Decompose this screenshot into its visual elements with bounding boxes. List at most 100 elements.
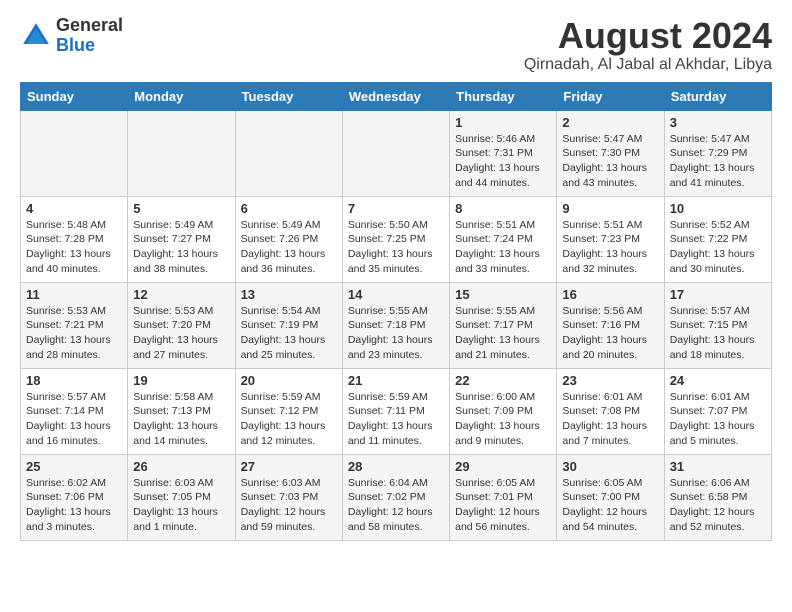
week-row-4: 18Sunrise: 5:57 AM Sunset: 7:14 PM Dayli…	[21, 368, 772, 454]
day-number: 5	[133, 201, 229, 216]
day-info: Sunrise: 5:47 AM Sunset: 7:30 PM Dayligh…	[562, 132, 658, 191]
week-row-3: 11 Sunrise: 5:53 AM Sunset: 7:21 PM Dayli…	[21, 282, 772, 368]
day-cell: 9 Sunrise: 5:51 AM Sunset: 7:23 PM Daylig…	[557, 196, 664, 282]
day-number: 7	[348, 201, 444, 216]
logo: General Blue	[20, 16, 123, 56]
day-cell: 15 Sunrise: 5:55 AM Sunset: 7:17 PM Dayli…	[450, 282, 557, 368]
day-cell: 13 Sunrise: 5:54 AM Sunset: 7:19 PM Dayli…	[235, 282, 342, 368]
day-info: Sunrise: 5:53 AM Sunset: 7:21 PM Dayligh…	[26, 304, 122, 363]
day-cell: 10Sunrise: 5:52 AM Sunset: 7:22 PM Dayli…	[664, 196, 771, 282]
day-number: 13	[241, 287, 337, 302]
day-info: Sunrise: 6:02 AM Sunset: 7:06 PM Dayligh…	[26, 476, 122, 535]
day-cell: 8Sunrise: 5:51 AM Sunset: 7:24 PM Daylig…	[450, 196, 557, 282]
day-number: 26	[133, 459, 229, 474]
header-cell-saturday: Saturday	[664, 82, 771, 110]
day-number: 23	[562, 373, 658, 388]
day-number: 31	[670, 459, 766, 474]
header-cell-tuesday: Tuesday	[235, 82, 342, 110]
day-cell: 6Sunrise: 5:49 AM Sunset: 7:26 PM Daylig…	[235, 196, 342, 282]
header-row: SundayMondayTuesdayWednesdayThursdayFrid…	[21, 82, 772, 110]
day-cell: 22 Sunrise: 6:00 AM Sunset: 7:09 PM Dayli…	[450, 368, 557, 454]
day-cell: 20Sunrise: 5:59 AM Sunset: 7:12 PM Dayli…	[235, 368, 342, 454]
page-header: General Blue August 2024 Qirnadah, Al Ja…	[20, 16, 772, 74]
day-info: Sunrise: 6:05 AM Sunset: 7:01 PM Dayligh…	[455, 476, 551, 535]
calendar-header: SundayMondayTuesdayWednesdayThursdayFrid…	[21, 82, 772, 110]
day-info: Sunrise: 6:03 AM Sunset: 7:03 PM Dayligh…	[241, 476, 337, 535]
day-cell	[21, 110, 128, 196]
day-cell: 14 Sunrise: 5:55 AM Sunset: 7:18 PM Dayli…	[342, 282, 449, 368]
day-cell: 18Sunrise: 5:57 AM Sunset: 7:14 PM Dayli…	[21, 368, 128, 454]
day-number: 2	[562, 115, 658, 130]
day-number: 11	[26, 287, 122, 302]
day-info: Sunrise: 5:47 AM Sunset: 7:29 PM Dayligh…	[670, 132, 766, 191]
day-number: 12	[133, 287, 229, 302]
header-cell-thursday: Thursday	[450, 82, 557, 110]
day-number: 3	[670, 115, 766, 130]
day-number: 28	[348, 459, 444, 474]
header-cell-wednesday: Wednesday	[342, 82, 449, 110]
day-cell: 29 Sunrise: 6:05 AM Sunset: 7:01 PM Dayli…	[450, 454, 557, 540]
day-cell: 4Sunrise: 5:48 AM Sunset: 7:28 PM Daylig…	[21, 196, 128, 282]
day-cell: 1Sunrise: 5:46 AM Sunset: 7:31 PM Daylig…	[450, 110, 557, 196]
header-cell-monday: Monday	[128, 82, 235, 110]
day-cell: 3 Sunrise: 5:47 AM Sunset: 7:29 PM Daylig…	[664, 110, 771, 196]
logo-icon	[20, 20, 52, 52]
day-cell: 12Sunrise: 5:53 AM Sunset: 7:20 PM Dayli…	[128, 282, 235, 368]
day-number: 27	[241, 459, 337, 474]
day-cell: 17 Sunrise: 5:57 AM Sunset: 7:15 PM Dayli…	[664, 282, 771, 368]
day-number: 19	[133, 373, 229, 388]
header-cell-sunday: Sunday	[21, 82, 128, 110]
calendar-table: SundayMondayTuesdayWednesdayThursdayFrid…	[20, 82, 772, 541]
day-info: Sunrise: 5:57 AM Sunset: 7:15 PM Dayligh…	[670, 304, 766, 363]
day-number: 25	[26, 459, 122, 474]
day-info: Sunrise: 5:54 AM Sunset: 7:19 PM Dayligh…	[241, 304, 337, 363]
day-number: 22	[455, 373, 551, 388]
week-row-2: 4Sunrise: 5:48 AM Sunset: 7:28 PM Daylig…	[21, 196, 772, 282]
day-info: Sunrise: 5:59 AM Sunset: 7:11 PM Dayligh…	[348, 390, 444, 449]
day-cell: 16Sunrise: 5:56 AM Sunset: 7:16 PM Dayli…	[557, 282, 664, 368]
day-info: Sunrise: 5:50 AM Sunset: 7:25 PM Dayligh…	[348, 218, 444, 277]
day-cell: 30Sunrise: 6:05 AM Sunset: 7:00 PM Dayli…	[557, 454, 664, 540]
day-number: 24	[670, 373, 766, 388]
day-info: Sunrise: 5:55 AM Sunset: 7:17 PM Dayligh…	[455, 304, 551, 363]
main-title: August 2024	[524, 16, 772, 56]
day-cell: 26Sunrise: 6:03 AM Sunset: 7:05 PM Dayli…	[128, 454, 235, 540]
day-cell: 27 Sunrise: 6:03 AM Sunset: 7:03 PM Dayli…	[235, 454, 342, 540]
day-number: 17	[670, 287, 766, 302]
day-info: Sunrise: 6:06 AM Sunset: 6:58 PM Dayligh…	[670, 476, 766, 535]
day-cell: 19 Sunrise: 5:58 AM Sunset: 7:13 PM Dayli…	[128, 368, 235, 454]
day-cell: 25 Sunrise: 6:02 AM Sunset: 7:06 PM Dayli…	[21, 454, 128, 540]
day-cell: 21 Sunrise: 5:59 AM Sunset: 7:11 PM Dayli…	[342, 368, 449, 454]
day-cell: 11 Sunrise: 5:53 AM Sunset: 7:21 PM Dayli…	[21, 282, 128, 368]
day-cell: 31 Sunrise: 6:06 AM Sunset: 6:58 PM Dayli…	[664, 454, 771, 540]
day-info: Sunrise: 5:51 AM Sunset: 7:24 PM Dayligh…	[455, 218, 551, 277]
day-info: Sunrise: 5:49 AM Sunset: 7:27 PM Dayligh…	[133, 218, 229, 277]
header-cell-friday: Friday	[557, 82, 664, 110]
week-row-1: 1Sunrise: 5:46 AM Sunset: 7:31 PM Daylig…	[21, 110, 772, 196]
day-cell: 23 Sunrise: 6:01 AM Sunset: 7:08 PM Dayli…	[557, 368, 664, 454]
day-number: 16	[562, 287, 658, 302]
week-row-5: 25 Sunrise: 6:02 AM Sunset: 7:06 PM Dayli…	[21, 454, 772, 540]
day-number: 14	[348, 287, 444, 302]
day-info: Sunrise: 5:49 AM Sunset: 7:26 PM Dayligh…	[241, 218, 337, 277]
day-info: Sunrise: 6:01 AM Sunset: 7:08 PM Dayligh…	[562, 390, 658, 449]
day-info: Sunrise: 5:58 AM Sunset: 7:13 PM Dayligh…	[133, 390, 229, 449]
day-number: 29	[455, 459, 551, 474]
day-info: Sunrise: 5:51 AM Sunset: 7:23 PM Dayligh…	[562, 218, 658, 277]
day-number: 21	[348, 373, 444, 388]
day-info: Sunrise: 6:01 AM Sunset: 7:07 PM Dayligh…	[670, 390, 766, 449]
title-block: August 2024 Qirnadah, Al Jabal al Akhdar…	[524, 16, 772, 74]
day-cell	[342, 110, 449, 196]
day-cell: 2 Sunrise: 5:47 AM Sunset: 7:30 PM Daylig…	[557, 110, 664, 196]
day-info: Sunrise: 6:04 AM Sunset: 7:02 PM Dayligh…	[348, 476, 444, 535]
day-info: Sunrise: 5:55 AM Sunset: 7:18 PM Dayligh…	[348, 304, 444, 363]
day-number: 18	[26, 373, 122, 388]
day-info: Sunrise: 5:52 AM Sunset: 7:22 PM Dayligh…	[670, 218, 766, 277]
day-number: 15	[455, 287, 551, 302]
day-info: Sunrise: 6:00 AM Sunset: 7:09 PM Dayligh…	[455, 390, 551, 449]
day-cell: 7 Sunrise: 5:50 AM Sunset: 7:25 PM Daylig…	[342, 196, 449, 282]
day-number: 30	[562, 459, 658, 474]
day-number: 20	[241, 373, 337, 388]
day-number: 4	[26, 201, 122, 216]
day-number: 9	[562, 201, 658, 216]
